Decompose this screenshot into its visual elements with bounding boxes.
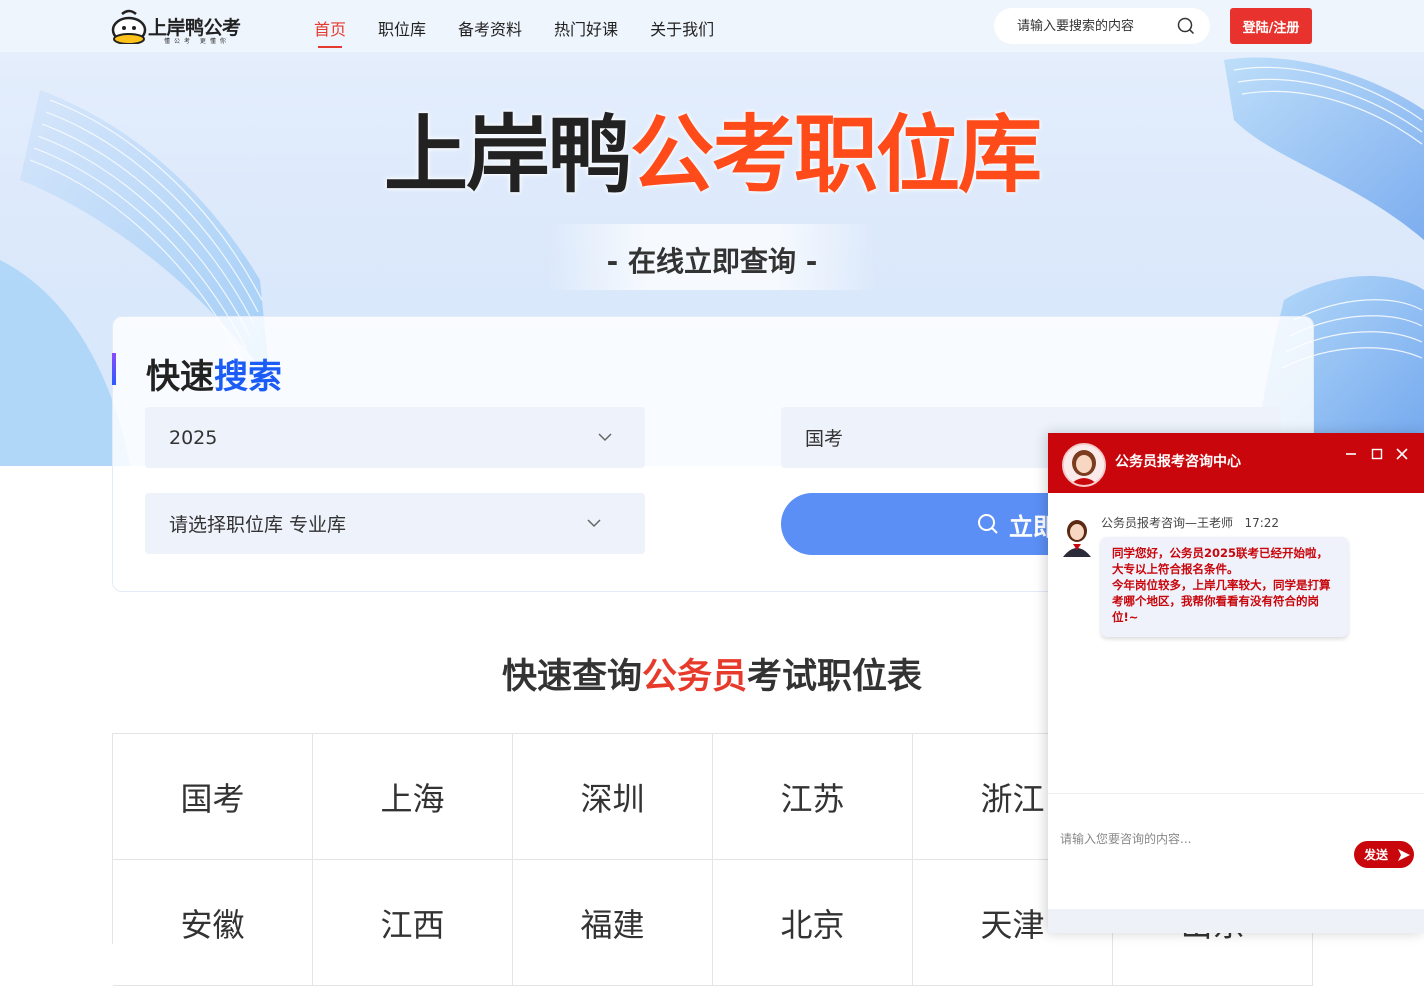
region-cell[interactable]: 国考	[113, 734, 313, 860]
search-icon	[978, 514, 998, 534]
quick-search-title-blue: 搜索	[214, 357, 282, 397]
nav-materials[interactable]: 备考资料	[458, 16, 522, 40]
year-select[interactable]: 2025	[145, 407, 645, 468]
chevron-down-icon	[598, 433, 612, 442]
card-accent-bar	[112, 353, 116, 385]
section-title-pre: 快速查询	[501, 657, 642, 697]
quick-search-title: 快速搜索	[146, 349, 282, 398]
message-sender: 公务员报考咨询—王老师	[1101, 516, 1234, 530]
section-title-red: 公务员	[641, 657, 747, 697]
year-select-value: 2025	[169, 426, 218, 449]
hero-title: 上岸鸭公考职位库	[0, 88, 1424, 209]
hero-title-red: 公考职位库	[630, 106, 1042, 204]
category-select[interactable]: 请选择职位库 专业库	[145, 493, 645, 554]
nav-home[interactable]: 首页	[314, 16, 346, 48]
maximize-icon[interactable]	[1370, 447, 1384, 461]
chat-title: 公务员报考咨询中心	[1115, 454, 1241, 470]
message-text-line2: 今年岗位较多，上岸几率较大，同学是打算考哪个地区，我帮你看看有没有符合的岗位!~	[1112, 578, 1331, 624]
agent-avatar	[1062, 443, 1106, 487]
nav-positions[interactable]: 职位库	[378, 16, 426, 40]
logo-slogan: 懂公考 更懂你	[164, 38, 230, 45]
send-arrow-icon	[1398, 848, 1411, 861]
close-icon[interactable]	[1395, 447, 1409, 461]
nav-courses[interactable]: 热门好课	[554, 16, 618, 40]
section-title-post: 考试职位表	[747, 657, 923, 697]
region-cell[interactable]: 江苏	[713, 734, 913, 860]
region-cell[interactable]: 上海	[313, 734, 513, 860]
message-bubble: 同学您好，公务员2025联考已经开始啦，大专以上符合报名条件。 今年岗位较多，上…	[1101, 537, 1348, 637]
hero-title-black: 上岸鸭	[383, 106, 632, 204]
search-input[interactable]	[1015, 17, 1169, 35]
duck-logo-icon	[111, 9, 147, 44]
chat-footer	[1048, 909, 1424, 933]
region-cell[interactable]: 福建	[513, 860, 713, 986]
chat-divider	[1048, 793, 1424, 794]
logo[interactable]: 上岸鸭公考 懂公考 更懂你	[110, 8, 241, 45]
header-search	[994, 8, 1210, 44]
message-text-line1: 同学您好，公务员2025联考已经开始啦，大专以上符合报名条件。	[1112, 546, 1329, 576]
message-meta: 公务员报考咨询—王老师 17:22	[1101, 514, 1279, 531]
chat-input[interactable]	[1058, 831, 1342, 847]
hero-subtitle: - 在线立即查询 -	[606, 245, 818, 278]
minimize-icon[interactable]	[1344, 447, 1358, 461]
category-select-value: 请选择职位库 专业库	[169, 514, 347, 536]
quick-search-title-black: 快速	[146, 357, 214, 397]
agent-avatar-icon	[1064, 445, 1104, 485]
region-cell[interactable]: 深圳	[513, 734, 713, 860]
region-cell[interactable]: 江西	[313, 860, 513, 986]
top-header: 上岸鸭公考 懂公考 更懂你 首页 职位库 备考资料 热门好课 关于我们 登陆/注…	[0, 0, 1424, 52]
main-nav: 首页 职位库 备考资料 热门好课 关于我们	[314, 16, 714, 48]
search-icon[interactable]	[1177, 17, 1195, 35]
message-time: 17:22	[1244, 516, 1280, 530]
chat-header: 公务员报考咨询中心	[1048, 433, 1424, 493]
send-button[interactable]: 发送	[1354, 841, 1414, 868]
region-cell[interactable]: 北京	[713, 860, 913, 986]
chat-widget: 公务员报考咨询中心 公务员报考咨询—王老师 17:22 同学您好，公务员2025…	[1048, 433, 1424, 933]
exam-select-value: 国考	[805, 428, 844, 450]
teacher-avatar-icon	[1063, 520, 1091, 557]
chevron-down-icon	[587, 519, 601, 528]
login-register-button[interactable]: 登陆/注册	[1230, 8, 1312, 44]
send-button-label: 发送	[1364, 848, 1389, 862]
nav-about[interactable]: 关于我们	[650, 16, 714, 40]
region-cell[interactable]: 安徽	[113, 860, 313, 986]
chat-messages: 公务员报考咨询—王老师 17:22 同学您好，公务员2025联考已经开始啦，大专…	[1048, 493, 1424, 793]
